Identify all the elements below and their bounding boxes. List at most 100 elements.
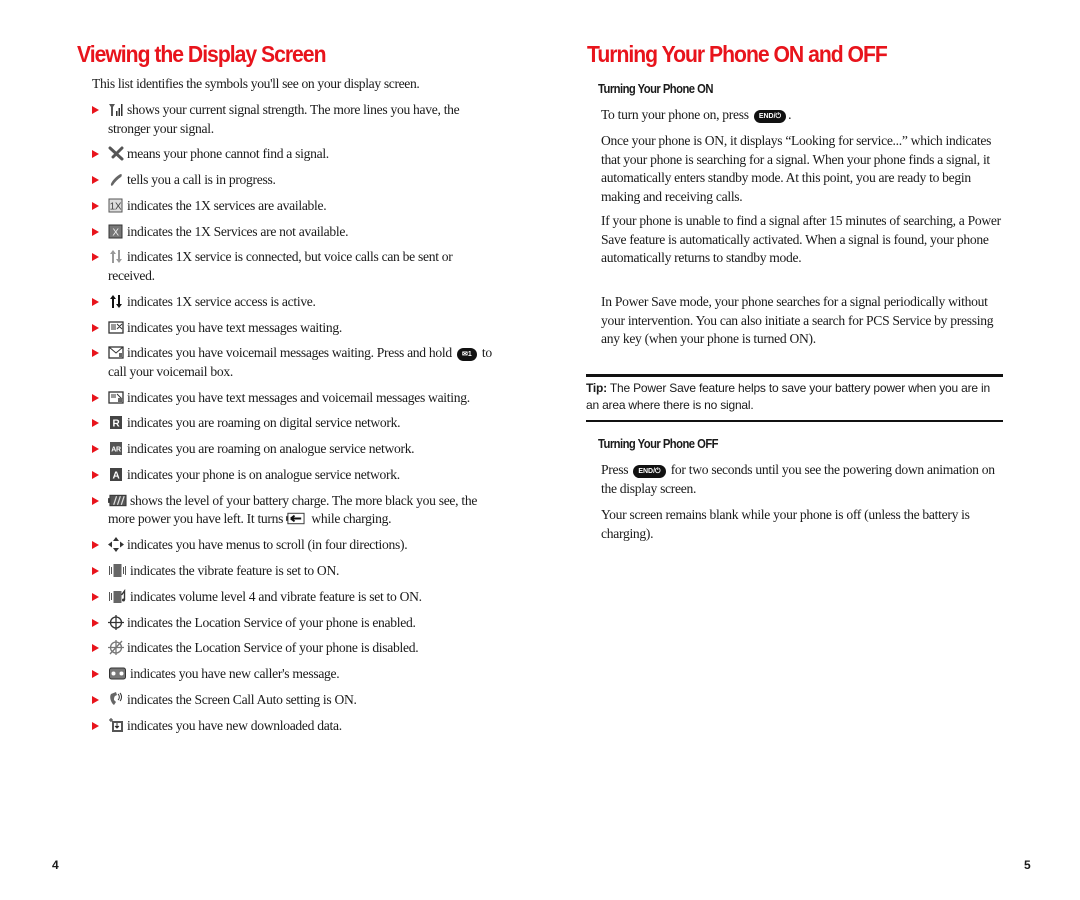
symbol-description: indicates the Location Service of your p…: [127, 614, 416, 630]
symbol-list-item: indicates the Location Service of your p…: [92, 614, 492, 633]
roaming-analogue-icon: AR: [108, 441, 124, 456]
bullet-arrow-icon: [92, 496, 99, 505]
symbol-list-item: indicates you have new caller's message.: [92, 665, 492, 684]
symbol-description: indicates you have text messages waiting…: [127, 319, 342, 335]
symbol-list-item: indicates 1X service is connected, but v…: [92, 248, 492, 285]
caller-message-icon: [108, 666, 127, 681]
paragraph-text: To turn your phone on, press: [601, 107, 749, 122]
location-off-icon: [108, 640, 124, 656]
symbol-list-item: indicates the Screen Call Auto setting i…: [92, 691, 492, 710]
end-power-key-icon: END/⏻: [633, 465, 666, 478]
paragraph-screen-blank: Your screen remains blank while your pho…: [601, 507, 970, 541]
bullet-arrow-icon: [92, 393, 99, 402]
bullet-arrow-icon: [92, 106, 99, 114]
symbol-description-continued: while charging.: [311, 511, 392, 527]
voicemail-icon: [108, 345, 124, 360]
symbol-list-item: means your phone cannot find a signal.: [92, 145, 492, 164]
bullet-arrow-icon: [92, 176, 99, 185]
bullet-arrow-icon: [92, 566, 99, 575]
symbol-list-item: indicates you have text messages and voi…: [92, 389, 492, 408]
bullet-arrow-icon: [92, 644, 99, 653]
symbol-description: indicates the 1X Services are not availa…: [127, 223, 349, 239]
symbol-description: indicates the vibrate feature is set to …: [130, 562, 340, 578]
location-on-icon: [108, 614, 124, 630]
analogue-network-icon: A: [108, 467, 124, 482]
1x-available-icon: 1X: [108, 198, 124, 213]
symbol-list-item: shows the level of your battery charge. …: [92, 492, 492, 529]
bullet-arrow-icon: [92, 323, 99, 332]
page-title: Viewing the Display Screen: [77, 41, 326, 67]
paragraph-power-save: If your phone is unable to find a signal…: [601, 213, 1001, 265]
symbol-list-item: shows your current signal strength. The …: [92, 101, 492, 138]
symbol-description: indicates you are roaming on analogue se…: [127, 441, 415, 457]
bullet-arrow-icon: [92, 253, 99, 262]
symbol-list-item: Rindicates you are roaming on digital se…: [92, 414, 492, 433]
svg-text:AR: AR: [111, 447, 121, 454]
section-heading-on: Turning Your Phone ON: [598, 82, 713, 96]
call-in-progress-icon: [108, 172, 124, 187]
battery-icon: [108, 493, 127, 508]
symbol-list-item: 1X indicates the 1X services are availabl…: [92, 197, 492, 216]
symbol-description: indicates you have voicemail messages wa…: [127, 345, 452, 361]
bullet-arrow-icon: [92, 541, 99, 550]
svg-text:X: X: [112, 227, 119, 238]
symbol-description: indicates volume level 4 and vibrate fea…: [130, 588, 422, 604]
bullet-arrow-icon: [92, 721, 99, 730]
bullet-arrow-icon: [92, 349, 99, 358]
svg-text:R: R: [113, 419, 121, 430]
1x-unavailable-icon: X: [108, 224, 124, 239]
symbol-description: tells you a call is in progress.: [127, 172, 276, 188]
symbol-description: means your phone cannot find a signal.: [127, 146, 329, 162]
no-signal-icon: [108, 146, 124, 161]
symbol-description: indicates you have new downloaded data.: [127, 717, 342, 733]
symbol-list-item: indicates 1X service access is active.: [92, 293, 492, 312]
1x-connected-icon: [108, 249, 124, 264]
vibrate-icon: [108, 563, 127, 578]
bullet-arrow-icon: [92, 670, 99, 679]
symbol-list-item: Aindicates your phone is on analogue ser…: [92, 466, 492, 485]
paragraph-text: Press: [601, 462, 629, 477]
symbol-list-item: indicates volume level 4 and vibrate fea…: [92, 588, 492, 607]
volume-vibrate-icon: [108, 588, 127, 604]
paragraph-text: .: [788, 107, 792, 122]
bullet-arrow-icon: [92, 297, 99, 306]
symbol-list-item: tells you a call is in progress.: [92, 171, 492, 190]
svg-text:A: A: [113, 471, 120, 482]
paragraph-turn-on: To turn your phone on, press END/⏻.: [601, 106, 1001, 125]
symbol-description: indicates you are roaming on digital ser…: [127, 415, 401, 431]
symbol-description: indicates you have new caller's message.: [130, 666, 340, 682]
roaming-digital-icon: R: [108, 415, 124, 430]
bullet-arrow-icon: [92, 471, 99, 480]
symbol-list-item: indicates you have menus to scroll (in f…: [92, 536, 492, 555]
text-message-icon: [108, 320, 124, 335]
bullet-arrow-icon: [92, 201, 99, 210]
page-title: Turning Your Phone ON and OFF: [587, 41, 888, 67]
bullet-arrow-icon: [92, 618, 99, 627]
paragraph-power-save-mode: In Power Save mode, your phone searches …: [601, 294, 994, 346]
paragraph-looking-for-service: Once your phone is ON, it displays “Look…: [601, 133, 992, 204]
paragraph-turn-off: Press END/⏻ for two seconds until you se…: [601, 461, 1001, 498]
1x-active-icon: [108, 294, 124, 309]
bullet-arrow-icon: [92, 227, 99, 236]
bullet-arrow-icon: [92, 445, 99, 454]
bullet-arrow-icon: [92, 695, 99, 704]
voicemail-key-icon: ✉1: [456, 348, 477, 362]
scroll-arrows-icon: [108, 537, 124, 553]
symbol-description: indicates the Location Service of your p…: [127, 640, 419, 656]
symbol-list-item: indicates you have voicemail messages wa…: [92, 344, 492, 381]
bullet-arrow-icon: [92, 419, 99, 428]
page-number: 4: [52, 858, 59, 872]
tip-text: The Power Save feature helps to save you…: [586, 381, 990, 412]
charging-icon: [286, 511, 305, 526]
symbol-description: indicates 1X service is connected, but v…: [108, 249, 453, 283]
symbol-description: indicates the 1X services are available.: [127, 197, 327, 213]
symbol-list-item: indicates the vibrate feature is set to …: [92, 562, 492, 581]
symbol-description: indicates your phone is on analogue serv…: [127, 467, 400, 483]
symbol-list-item: indicates the Location Service of your p…: [92, 639, 492, 658]
bullet-arrow-icon: [92, 150, 99, 159]
svg-text:1X: 1X: [110, 201, 122, 212]
intro-text: This list identifies the symbols you'll …: [92, 76, 420, 91]
symbol-list: shows your current signal strength. The …: [92, 101, 492, 743]
symbol-description: indicates you have text messages and voi…: [127, 389, 470, 405]
section-heading-off: Turning Your Phone OFF: [598, 437, 719, 451]
